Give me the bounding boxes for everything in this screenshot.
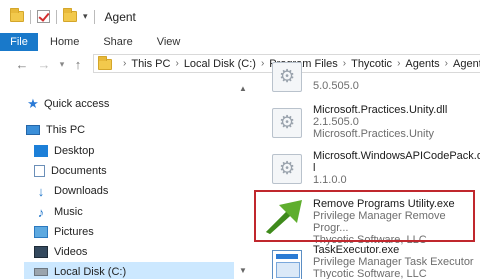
downloads-folder-icon: ↓	[37, 183, 45, 199]
nav-item-downloads[interactable]: ↓ Downloads	[34, 181, 109, 201]
nav-item-videos[interactable]: Videos	[34, 242, 87, 262]
nav-item-label: This PC	[46, 124, 86, 136]
file-name: Microsoft.Practices.Unity.dll	[313, 104, 448, 116]
window-title: Agent	[104, 9, 136, 24]
new-folder-icon[interactable]	[63, 8, 77, 22]
folder-icon	[98, 56, 112, 70]
separator	[30, 9, 31, 24]
navigation-pane: ★ Quick access This PC Desktop Documents…	[0, 76, 255, 279]
chevron-right-icon[interactable]: ›	[123, 58, 126, 69]
separator	[56, 9, 57, 24]
separator	[93, 9, 95, 24]
file-name: TaskExecutor.exe	[313, 244, 400, 256]
desktop-folder-icon	[34, 145, 48, 157]
chevron-right-icon[interactable]: ›	[343, 58, 346, 69]
nav-item-label: Downloads	[54, 185, 109, 197]
scroll-down-icon[interactable]: ▼	[239, 266, 247, 275]
chevron-right-icon[interactable]: ›	[261, 58, 264, 69]
file-name: Microsoft.WindowsAPICodePack.dl	[313, 150, 480, 162]
up-arrow-icon[interactable]: ↑	[70, 57, 86, 72]
scroll-up-icon[interactable]: ▲	[239, 84, 247, 93]
ribbon-tabs: File Home Share View	[0, 33, 480, 51]
breadcrumb-this-pc[interactable]: This PC	[131, 58, 170, 70]
drive-icon	[34, 268, 48, 276]
pictures-folder-icon	[34, 226, 48, 238]
nav-item-label: Desktop	[54, 145, 95, 157]
nav-item-desktop[interactable]: Desktop	[34, 141, 94, 161]
forward-arrow-icon[interactable]: →	[36, 57, 52, 72]
file-version: 1.1.0.0	[313, 174, 347, 186]
file-description: Privilege Manager Task Executor	[313, 256, 474, 268]
tab-home[interactable]: Home	[38, 33, 91, 51]
tab-file[interactable]: File	[0, 33, 38, 51]
file-version: 5.0.505.0	[313, 80, 359, 92]
list-item[interactable]: Microsoft.WindowsAPICodePack.dl l 1.1.0.…	[258, 148, 480, 188]
navigation-scrollbar[interactable]: ▲ ▼	[236, 76, 250, 279]
nav-item-label: Pictures	[54, 226, 94, 238]
nav-item-label: Documents	[51, 165, 107, 177]
breadcrumb-agent[interactable]: Agent	[453, 58, 480, 70]
recent-locations-icon[interactable]: ▾	[56, 59, 68, 70]
nav-item-label: Local Disk (C:)	[54, 266, 127, 278]
list-item[interactable]: Microsoft.Practices.Unity.dll 2.1.505.0 …	[258, 102, 480, 142]
breadcrumb-agents[interactable]: Agents	[405, 58, 439, 70]
star-icon: ★	[27, 96, 39, 111]
file-company: Thycotic Software, LLC	[313, 268, 427, 279]
highlight-box	[254, 190, 475, 242]
nav-item-pictures[interactable]: Pictures	[34, 222, 94, 242]
nav-item-label: Music	[54, 206, 83, 218]
chevron-right-icon[interactable]: ›	[445, 58, 448, 69]
dll-file-icon	[272, 62, 302, 92]
tab-view[interactable]: View	[145, 33, 193, 51]
file-name-continued: l	[313, 162, 316, 174]
nav-item-label: Quick access	[44, 98, 110, 110]
nav-item-documents[interactable]: Documents	[34, 161, 107, 181]
list-item[interactable]: 5.0.505.0	[258, 62, 480, 98]
file-version: 2.1.505.0	[313, 116, 359, 128]
documents-folder-icon	[34, 165, 45, 177]
breadcrumb-thycotic[interactable]: Thycotic	[351, 58, 392, 70]
file-description: Microsoft.Practices.Unity	[313, 128, 435, 140]
address-row: ← → ▾ ↑ › This PC › Local Disk (C:) › Pr…	[0, 52, 480, 76]
quick-access-dropdown-icon[interactable]: ▾	[83, 11, 88, 22]
list-item[interactable]: TaskExecutor.exe Privilege Manager Task …	[258, 244, 480, 279]
folder-icon	[10, 8, 24, 22]
file-list: 5.0.505.0 Microsoft.Practices.Unity.dll …	[258, 62, 480, 279]
nav-item-label: Videos	[54, 246, 88, 258]
breadcrumb-local-disk[interactable]: Local Disk (C:)	[184, 58, 256, 70]
videos-folder-icon	[34, 246, 48, 258]
nav-item-this-pc[interactable]: This PC	[26, 120, 85, 140]
tab-share[interactable]: Share	[91, 33, 144, 51]
dll-file-icon	[272, 154, 302, 184]
back-arrow-icon[interactable]: ←	[14, 57, 30, 72]
music-folder-icon: ♪	[37, 204, 45, 220]
properties-icon[interactable]	[37, 10, 50, 23]
dll-file-icon	[272, 108, 302, 138]
nav-item-music[interactable]: ♪ Music	[34, 202, 83, 222]
chevron-right-icon[interactable]: ›	[175, 58, 178, 69]
computer-icon	[26, 125, 40, 135]
nav-item-quick-access[interactable]: ★ Quick access	[26, 94, 109, 114]
title-bar: ▾ Agent	[0, 0, 480, 33]
nav-item-local-disk[interactable]: Local Disk (C:)	[24, 262, 234, 279]
chevron-right-icon[interactable]: ›	[397, 58, 400, 69]
task-executor-icon	[272, 250, 302, 279]
